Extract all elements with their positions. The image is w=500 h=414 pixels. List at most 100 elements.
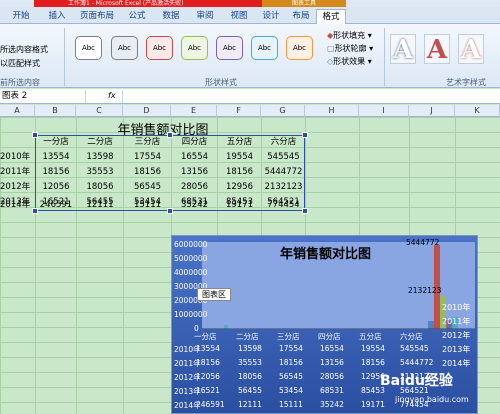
title-bar: 工作簿1 - Microsoft Excel (产品激活失败) 图表工具 xyxy=(0,0,500,7)
column-header-d[interactable]: D xyxy=(123,105,171,117)
column-header-h[interactable]: H xyxy=(305,105,359,117)
chart-table-cell: 18156 xyxy=(361,358,385,367)
shape-styles-group-label: 形状样式 xyxy=(205,78,237,87)
tab-format[interactable]: 格式 xyxy=(316,9,346,24)
chart-table-cell: 19554 xyxy=(361,344,385,353)
chart-table-header: 五分店 xyxy=(359,332,382,341)
current-selection-group-label: 前所选内容 xyxy=(0,78,40,87)
column-header-c[interactable]: C xyxy=(76,105,123,117)
wordart-style-3[interactable]: A xyxy=(458,34,484,65)
chart-table-header: 一分店 xyxy=(194,332,217,341)
resize-handle[interactable] xyxy=(302,208,308,214)
column-header-g[interactable]: G xyxy=(261,105,305,117)
column-headers: A B C D E F G H I J K xyxy=(0,105,500,117)
tab-review[interactable]: 审阅 xyxy=(188,9,222,24)
year-cell[interactable]: 2011年 xyxy=(0,165,30,180)
tab-insert[interactable]: 插入 xyxy=(40,9,74,24)
watermark-logo: Baidu经验 xyxy=(380,373,453,389)
ribbon: 所选内容格式 以匹配样式 前所选内容 Abc Abc Abc Abc Abc A… xyxy=(0,24,500,88)
chart-table-cell: 35242 xyxy=(320,400,344,409)
chart-table-cell: 35553 xyxy=(238,358,262,367)
bar-2010-liufendian[interactable] xyxy=(428,321,434,329)
data-label: 2132123 xyxy=(408,286,442,295)
column-header-e[interactable]: E xyxy=(171,105,217,117)
chart-table-cell: 246591 xyxy=(196,400,225,409)
shape-style-2[interactable]: Abc xyxy=(111,36,138,60)
shape-effect-button[interactable]: ◇形状效果 ▾ xyxy=(327,56,372,67)
tab-formulas[interactable]: 公式 xyxy=(120,9,154,24)
chart-table-cell: 5444772 xyxy=(400,358,434,367)
separator xyxy=(384,28,385,86)
shape-outline-button[interactable]: ▢形状轮廓 ▾ xyxy=(327,43,373,54)
legend-item-2012[interactable]: 2012年 xyxy=(442,330,470,341)
ribbon-tabs: 开始 插入 页面布局 公式 数据 审阅 视图 设计 布局 格式 xyxy=(0,7,500,24)
legend-item-2014[interactable]: 2014年 xyxy=(442,358,470,369)
legend-item-2010[interactable]: 2010年 xyxy=(442,302,470,313)
outline-icon: ▢ xyxy=(327,44,335,53)
legend-item-2013[interactable]: 2013年 xyxy=(442,344,470,355)
chart-table-cell: 15111 xyxy=(279,400,303,409)
chart-table-cell: 68531 xyxy=(320,386,344,395)
year-cell[interactable]: 2014年 xyxy=(0,198,30,213)
chart-table-cell: 13598 xyxy=(238,344,262,353)
column-header-i[interactable]: I xyxy=(359,105,409,117)
wordart-style-2[interactable]: A xyxy=(424,34,450,65)
formula-bar: 图表 2 fx xyxy=(0,89,500,104)
chart-table-cell: 12111 xyxy=(238,400,262,409)
resize-handle[interactable] xyxy=(302,132,308,138)
watermark-url: jingyan.baidu.com xyxy=(395,395,469,404)
chart-table-cell: 28056 xyxy=(320,372,344,381)
bar-2014-yifendian[interactable] xyxy=(224,325,228,329)
shape-fill-button[interactable]: ◆形状填充 ▾ xyxy=(327,30,372,41)
tab-layout[interactable]: 布局 xyxy=(286,9,316,24)
resize-handle[interactable] xyxy=(167,132,173,138)
tab-home[interactable]: 开始 xyxy=(2,9,40,24)
chart-table-cell: 13554 xyxy=(196,344,220,353)
resize-handle[interactable] xyxy=(167,208,173,214)
chart-table-cell: 12056 xyxy=(196,372,220,381)
wordart-style-1[interactable]: A xyxy=(390,34,416,65)
tab-view[interactable]: 视图 xyxy=(222,9,256,24)
data-label: 5444772 xyxy=(406,238,440,247)
shape-style-7[interactable]: Abc xyxy=(286,36,313,60)
column-header-a[interactable]: A xyxy=(0,105,35,117)
shape-style-6[interactable]: Abc xyxy=(251,36,278,60)
year-cell[interactable]: 2010年 xyxy=(0,150,30,165)
year-cell[interactable]: 2012年 xyxy=(0,180,30,195)
chart-table-cell: 19171 xyxy=(361,400,385,409)
resize-handle[interactable] xyxy=(32,208,38,214)
resize-handle[interactable] xyxy=(32,132,38,138)
tab-page-layout[interactable]: 页面布局 xyxy=(74,9,120,24)
shape-style-3[interactable]: Abc xyxy=(146,36,173,60)
selection-range xyxy=(35,135,305,211)
legend-item-2011[interactable]: 2011年 xyxy=(442,316,470,327)
window-title: 工作簿1 - Microsoft Excel (产品激活失败) xyxy=(34,0,264,7)
fx-icon[interactable]: fx xyxy=(108,91,116,100)
chart-table-cell: 13156 xyxy=(320,358,344,367)
reset-match-style-button[interactable]: 以匹配样式 xyxy=(0,58,40,69)
chart-table-cell: 17554 xyxy=(279,344,303,353)
chart-table-header: 二分店 xyxy=(236,332,259,341)
shape-style-5[interactable]: Abc xyxy=(216,36,243,60)
chart-table-header: 四分店 xyxy=(318,332,341,341)
chart-table-cell: 56455 xyxy=(238,386,262,395)
column-header-f[interactable]: F xyxy=(217,105,261,117)
column-header-j[interactable]: J xyxy=(409,105,455,117)
y-tick: 6000000 xyxy=(174,240,208,249)
column-header-k[interactable]: K xyxy=(455,105,500,117)
tab-data[interactable]: 数据 xyxy=(154,9,188,24)
chart-table-cell: 16554 xyxy=(320,344,344,353)
format-selection-button[interactable]: 所选内容格式 xyxy=(0,44,48,55)
chart-table-cell: 53454 xyxy=(279,386,303,395)
shape-style-4[interactable]: Abc xyxy=(181,36,208,60)
separator xyxy=(64,28,65,86)
chart-table-cell: 16521 xyxy=(196,386,220,395)
y-tick: 1000000 xyxy=(174,310,208,319)
name-box[interactable]: 图表 2 xyxy=(0,90,86,103)
tab-design[interactable]: 设计 xyxy=(256,9,286,24)
formula-input[interactable] xyxy=(122,90,498,103)
shape-style-1[interactable]: Abc xyxy=(75,36,102,60)
chart-table-cell: 18056 xyxy=(238,372,262,381)
chart-table-header: 三分店 xyxy=(277,332,300,341)
column-header-b[interactable]: B xyxy=(35,105,76,117)
